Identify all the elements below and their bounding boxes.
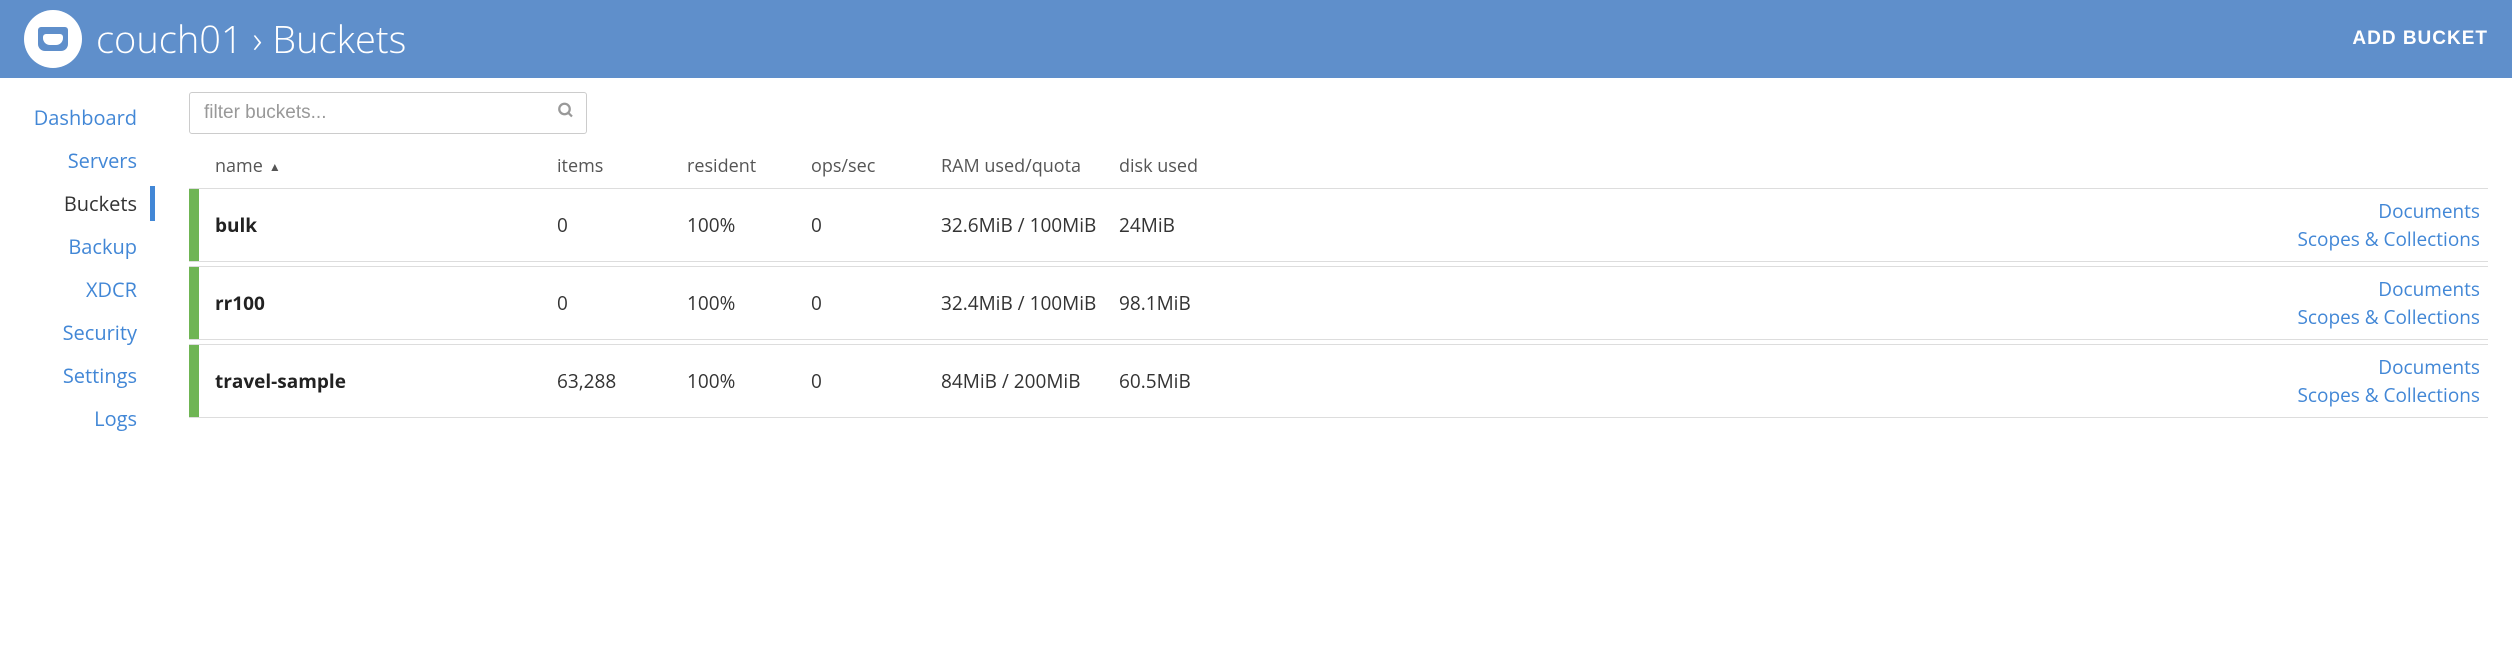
sidebar: Dashboard Servers Buckets Backup XDCR Se… [0,78,155,440]
bucket-name: travel-sample [215,368,557,394]
bucket-ram: 84MiB / 200MiB [941,368,1119,394]
bucket-ops: 0 [811,212,941,238]
bucket-disk: 60.5MiB [1119,368,1259,394]
sort-asc-icon: ▲ [269,158,281,175]
main-content: name ▲ items resident ops/sec RAM used/q… [155,78,2512,440]
bucket-resident: 100% [687,212,811,238]
scopes-collections-link[interactable]: Scopes & Collections [2298,304,2480,330]
column-header-resident[interactable]: resident [687,154,811,178]
bucket-disk: 98.1MiB [1119,290,1259,316]
bucket-items: 63,288 [557,368,687,394]
documents-link[interactable]: Documents [2378,276,2480,302]
bucket-row[interactable]: travel-sample 63,288 100% 0 84MiB / 200M… [189,344,2488,418]
bucket-row[interactable]: rr100 0 100% 0 32.4MiB / 100MiB 98.1MiB … [189,266,2488,340]
bucket-name: bulk [215,212,557,238]
sidebar-item-xdcr[interactable]: XDCR [0,268,155,311]
table-header-row: name ▲ items resident ops/sec RAM used/q… [189,148,2488,188]
column-header-items[interactable]: items [557,154,687,178]
bucket-resident: 100% [687,290,811,316]
column-header-name-label: name [215,154,263,178]
bucket-ram: 32.6MiB / 100MiB [941,212,1119,238]
sidebar-item-security[interactable]: Security [0,311,155,354]
filter-buckets-input[interactable] [189,92,587,134]
bucket-ops: 0 [811,368,941,394]
couchbase-logo [24,10,82,68]
bucket-ops: 0 [811,290,941,316]
sidebar-item-servers[interactable]: Servers [0,139,155,182]
bucket-items: 0 [557,290,687,316]
bucket-name: rr100 [215,290,557,316]
sidebar-item-backup[interactable]: Backup [0,225,155,268]
sidebar-item-buckets[interactable]: Buckets [0,182,155,225]
documents-link[interactable]: Documents [2378,198,2480,224]
search-icon[interactable] [557,102,575,125]
sidebar-item-settings[interactable]: Settings [0,354,155,397]
scopes-collections-link[interactable]: Scopes & Collections [2298,382,2480,408]
breadcrumb: couch01 › Buckets [96,13,406,65]
sidebar-item-dashboard[interactable]: Dashboard [0,96,155,139]
documents-link[interactable]: Documents [2378,354,2480,380]
breadcrumb-separator: › [253,13,263,65]
bucket-items: 0 [557,212,687,238]
bucket-disk: 24MiB [1119,212,1259,238]
column-header-name[interactable]: name ▲ [215,154,557,178]
page-title: Buckets [272,13,406,65]
bucket-ram: 32.4MiB / 100MiB [941,290,1119,316]
bucket-row[interactable]: bulk 0 100% 0 32.6MiB / 100MiB 24MiB Doc… [189,188,2488,262]
column-header-disk[interactable]: disk used [1119,154,1259,178]
cluster-name[interactable]: couch01 [96,13,243,65]
column-header-ram[interactable]: RAM used/quota [941,154,1119,178]
scopes-collections-link[interactable]: Scopes & Collections [2298,226,2480,252]
bucket-resident: 100% [687,368,811,394]
couchbase-logo-icon [38,27,68,51]
column-header-ops[interactable]: ops/sec [811,154,941,178]
page-header: couch01 › Buckets ADD BUCKET [0,0,2512,78]
add-bucket-button[interactable]: ADD BUCKET [2352,28,2488,50]
sidebar-item-logs[interactable]: Logs [0,397,155,440]
